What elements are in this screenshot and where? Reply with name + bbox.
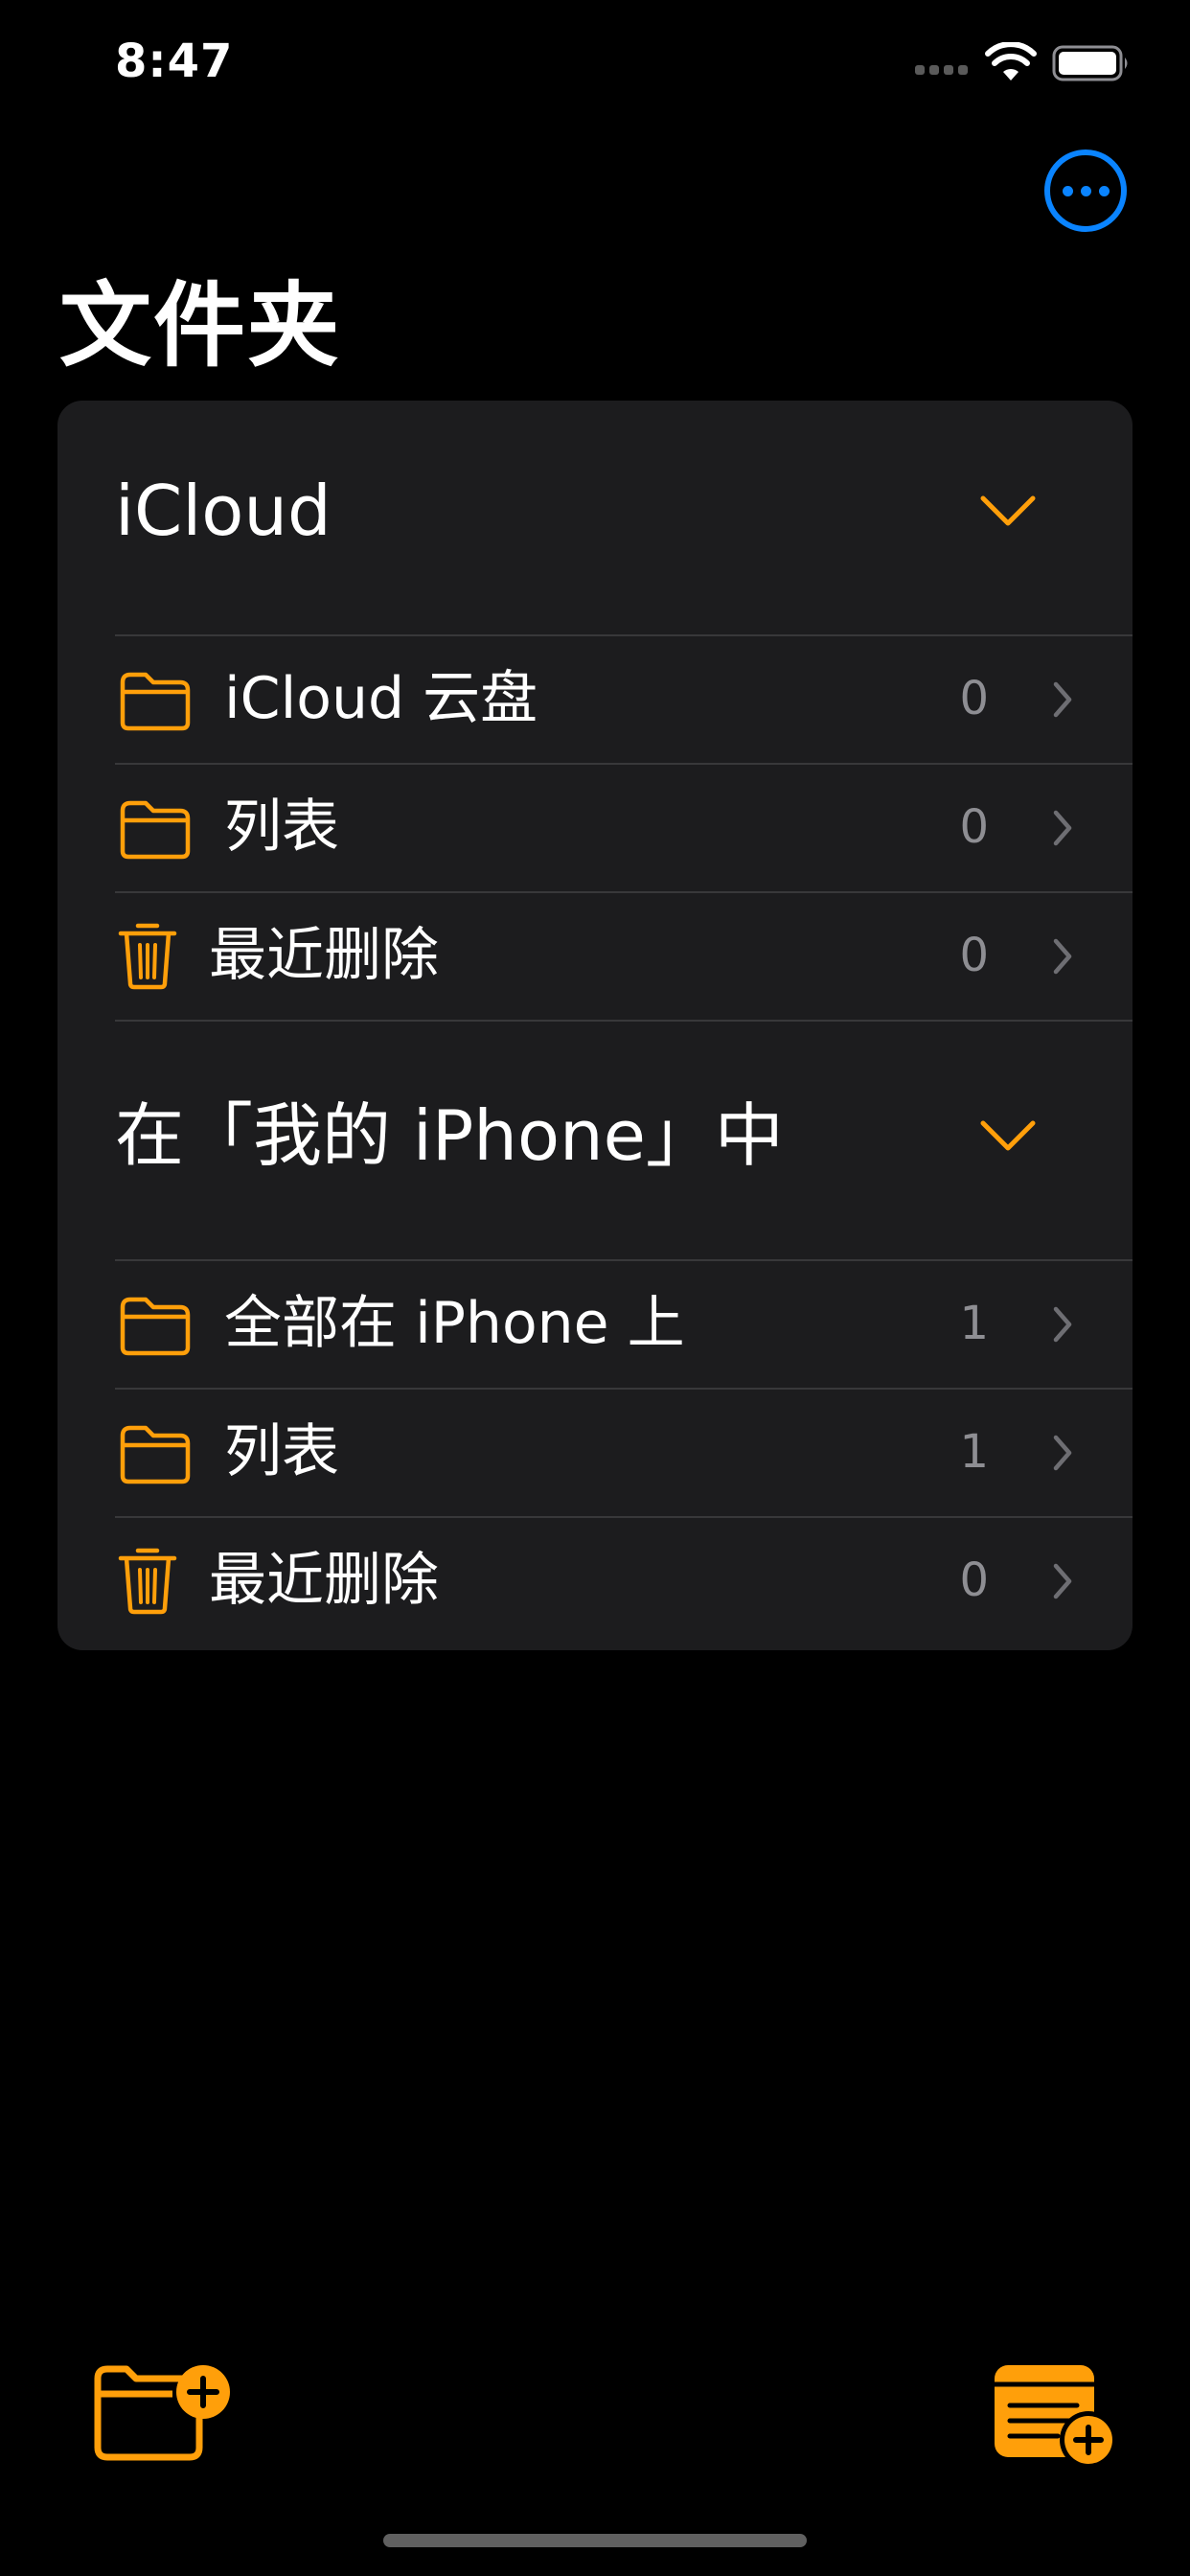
more-options-button[interactable]: [1044, 150, 1127, 232]
new-folder-icon[interactable]: [90, 2358, 234, 2465]
chevron-right-icon: [1053, 938, 1072, 975]
folder-row-all-on-iphone[interactable]: 全部在 iPhone 上 1: [57, 1259, 1133, 1388]
section-header-on-my-iphone[interactable]: 在「我的 iPhone」中: [57, 1020, 1133, 1176]
row-count: 0: [959, 672, 989, 725]
row-count: 0: [959, 1553, 989, 1607]
chevron-right-icon: [1053, 1435, 1072, 1471]
folder-icon: [120, 1425, 191, 1484]
chevron-right-icon: [1053, 810, 1072, 846]
folders-list: iCloud iCloud 云盘 0 列表 0 最近删除 0 在「我的 iPho…: [57, 401, 1133, 1650]
wifi-icon: [985, 42, 1037, 80]
ellipsis-icon: [1062, 185, 1073, 196]
home-indicator[interactable]: [383, 2534, 807, 2547]
row-label: 最近删除: [209, 922, 439, 989]
folder-icon: [120, 800, 191, 860]
cellular-signal-icon: [915, 65, 971, 79]
folder-row-recently-deleted[interactable]: 最近删除 0: [57, 891, 1133, 1020]
section-title: iCloud: [115, 471, 332, 551]
folder-row-recently-deleted-local[interactable]: 最近删除 0: [57, 1516, 1133, 1644]
folder-row-lists-local[interactable]: 列表 1: [57, 1388, 1133, 1516]
chevron-right-icon: [1053, 1306, 1072, 1343]
folder-row-lists[interactable]: 列表 0: [57, 763, 1133, 891]
section-header-icloud[interactable]: iCloud: [57, 401, 1133, 551]
section-title: 在「我的 iPhone」中: [115, 1095, 784, 1176]
folder-row-icloud-drive[interactable]: iCloud 云盘 0: [57, 634, 1133, 763]
row-label: iCloud 云盘: [224, 665, 538, 732]
page-title: 文件夹: [59, 272, 341, 380]
status-time: 8:47: [115, 34, 234, 88]
chevron-right-icon: [1053, 681, 1072, 718]
notes-folders-screen: 8:47 文件夹 iCloud iCloud 云盘 0 列表 0 最近删除 0 …: [0, 0, 1190, 2576]
status-bar: 8:47: [0, 0, 1190, 134]
trash-icon: [118, 923, 177, 990]
trash-icon: [118, 1548, 177, 1615]
chevron-right-icon: [1053, 1563, 1072, 1599]
row-separator: [115, 1020, 1133, 1022]
chevron-down-icon: [980, 1120, 1036, 1151]
row-count: 0: [959, 800, 989, 854]
row-count: 1: [959, 1297, 989, 1350]
row-label: 列表: [224, 794, 339, 861]
row-count: 0: [959, 929, 989, 982]
row-label: 全部在 iPhone 上: [224, 1290, 685, 1357]
chevron-down-icon: [980, 495, 1036, 526]
battery-icon: [1052, 45, 1128, 81]
new-note-icon[interactable]: [991, 2361, 1119, 2471]
row-label: 最近删除: [209, 1547, 439, 1614]
row-count: 1: [959, 1425, 989, 1479]
row-label: 列表: [224, 1418, 339, 1485]
folder-icon: [120, 672, 191, 731]
folder-icon: [120, 1297, 191, 1356]
